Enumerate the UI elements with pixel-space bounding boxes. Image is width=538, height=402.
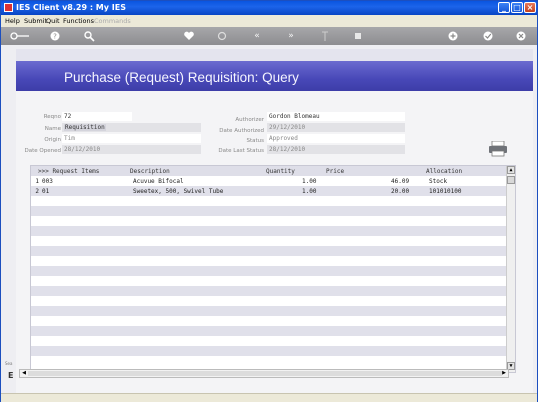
table-row[interactable]: 2 01 Sweetex, 500, Swivel Tube 1.00 20.0… <box>31 186 507 196</box>
request-items-grid: >>> Request Items Description Quantity P… <box>30 165 516 373</box>
side-stub: Sea <box>5 361 13 366</box>
svg-text:?: ? <box>53 33 57 41</box>
grid-header: >>> Request Items Description Quantity P… <box>31 166 507 176</box>
help-icon[interactable]: ? <box>49 30 61 42</box>
menu-functions[interactable]: Functions <box>63 17 94 25</box>
header-band <box>16 49 533 61</box>
empty-row <box>31 286 507 296</box>
page-banner: Purchase (Request) Requisition: Query <box>16 61 533 91</box>
name-field[interactable]: Requisition <box>62 123 201 132</box>
col-allocation[interactable]: Allocation <box>426 168 462 175</box>
cell-quantity[interactable]: 1.00 <box>302 178 316 185</box>
menu-commands: Commands <box>94 17 131 25</box>
authorizer-label: Authorizer <box>235 117 264 123</box>
empty-row <box>31 316 507 326</box>
name-label: Name <box>44 126 61 132</box>
date-last-status-label: Date Last Status <box>218 148 264 154</box>
empty-row <box>31 346 507 356</box>
empty-row <box>31 326 507 336</box>
empty-row <box>31 246 507 256</box>
menu-submit[interactable]: Submit <box>24 17 47 25</box>
menu-bar: Help Submit Quit Functions Commands <box>1 15 537 27</box>
date-authorized-label: Date Authorized <box>219 128 264 134</box>
empty-row <box>31 266 507 276</box>
reqno-field[interactable]: 72 <box>62 112 132 121</box>
status-field[interactable]: Approved <box>267 134 405 143</box>
scroll-left-icon[interactable]: ◀ <box>20 370 28 377</box>
cell-item[interactable]: 003 <box>42 178 53 185</box>
cell-allocation[interactable]: Stock <box>429 178 447 185</box>
row-number: 2 <box>35 188 39 195</box>
col-quantity[interactable]: Quantity <box>266 168 295 175</box>
row-number: 1 <box>35 178 39 185</box>
minimize-button[interactable]: _ <box>498 2 510 13</box>
window-title: IES Client v8.29 : My IES <box>16 3 126 12</box>
cell-quantity[interactable]: 1.00 <box>302 188 316 195</box>
authorizer-field[interactable]: Gordon Blomeau <box>267 112 405 121</box>
application-window: IES Client v8.29 : My IES _ □ × Help Sub… <box>0 0 538 402</box>
origin-label: Origin <box>44 137 61 143</box>
maximize-button[interactable]: □ <box>511 2 523 13</box>
col-description[interactable]: Description <box>130 168 170 175</box>
horizontal-scrollbar[interactable]: ◀ ▶ <box>19 369 509 378</box>
fast-forward-icon[interactable]: » <box>285 30 297 42</box>
check-icon[interactable] <box>482 30 494 42</box>
cell-price[interactable]: 20.00 <box>391 188 409 195</box>
close-icon[interactable] <box>515 30 527 42</box>
menu-help[interactable]: Help <box>5 17 20 25</box>
side-e-marker: E <box>8 371 14 380</box>
search-icon[interactable] <box>83 30 95 42</box>
empty-row <box>31 296 507 306</box>
empty-row <box>31 196 507 206</box>
add-icon[interactable] <box>447 30 459 42</box>
col-price[interactable]: Price <box>326 168 344 175</box>
date-authorized-field[interactable]: 29/12/2010 <box>267 123 405 132</box>
empty-row <box>31 336 507 346</box>
close-window-button[interactable]: × <box>524 2 536 13</box>
date-opened-field[interactable]: 28/12/2010 <box>62 145 201 154</box>
cell-item[interactable]: 01 <box>42 188 49 195</box>
scroll-up-icon[interactable]: ▲ <box>507 166 515 174</box>
empty-row <box>31 226 507 236</box>
empty-row <box>31 206 507 216</box>
scroll-thumb[interactable] <box>507 176 515 184</box>
horizontal-scroll-thumb[interactable] <box>28 371 502 376</box>
vertical-scrollbar[interactable]: ▲ ▼ <box>506 166 515 372</box>
app-icon <box>4 3 13 12</box>
date-opened-label: Date Opened <box>24 148 61 154</box>
cell-price[interactable]: 46.09 <box>391 178 409 185</box>
heart-icon[interactable] <box>183 30 195 42</box>
origin-field[interactable]: Tim <box>62 134 201 143</box>
cell-description[interactable]: Acuvue Bifocal <box>133 178 184 185</box>
toolbar: ? « » <box>1 27 537 45</box>
scroll-right-icon[interactable]: ▶ <box>500 370 508 377</box>
col-request-items[interactable]: >>> Request Items <box>38 168 99 175</box>
menu-quit[interactable]: Quit <box>46 17 60 25</box>
reqno-label: Reqno <box>43 114 61 120</box>
stop-icon[interactable] <box>352 30 364 42</box>
empty-row <box>31 276 507 286</box>
page-title: Purchase (Request) Requisition: Query <box>64 70 299 85</box>
empty-row <box>31 306 507 316</box>
cell-description[interactable]: Sweetex, 500, Swivel Tube <box>133 188 223 195</box>
name-value: Requisition <box>64 124 106 131</box>
upload-icon[interactable] <box>319 30 331 42</box>
title-bar[interactable]: IES Client v8.29 : My IES _ □ × <box>1 1 537 15</box>
key-icon[interactable] <box>9 30 31 42</box>
empty-row <box>31 256 507 266</box>
empty-row <box>31 216 507 226</box>
table-row[interactable]: 1 003 Acuvue Bifocal 1.00 46.09 Stock <box>31 176 507 186</box>
status-label: Status <box>246 138 264 144</box>
cell-allocation[interactable]: 101010100 <box>429 188 462 195</box>
printer-icon[interactable] <box>488 140 508 157</box>
refresh-icon[interactable] <box>216 30 228 42</box>
status-bar <box>1 393 537 402</box>
date-last-status-field[interactable]: 28/12/2010 <box>267 145 405 154</box>
rewind-icon[interactable]: « <box>251 30 263 42</box>
empty-row <box>31 236 507 246</box>
